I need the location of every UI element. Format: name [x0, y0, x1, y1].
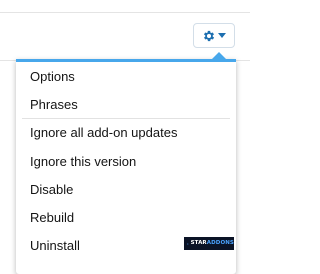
row-divider	[0, 12, 250, 13]
gear-icon	[203, 30, 215, 41]
menu-item-options[interactable]: Options	[30, 69, 75, 85]
menu-separator	[22, 118, 230, 119]
caret-down-icon	[218, 32, 226, 38]
watermark-text-part2: ADDONS	[206, 239, 234, 246]
menu-item-uninstall[interactable]: Uninstall	[30, 238, 80, 254]
addon-controls-button[interactable]	[193, 23, 235, 48]
menu-item-phrases[interactable]: Phrases	[30, 97, 78, 113]
staraddons-watermark-logo: STARADDONS	[184, 237, 234, 250]
menu-item-rebuild[interactable]: Rebuild	[30, 210, 74, 226]
watermark-text: STARADDONS	[190, 239, 234, 247]
menu-pointer-arrow	[212, 52, 226, 59]
star-icon	[187, 242, 189, 245]
menu-item-disable[interactable]: Disable	[30, 182, 73, 198]
watermark-text-part1: STAR	[190, 239, 207, 246]
menu-item-ignore-version[interactable]: Ignore this version	[30, 154, 136, 170]
menu-item-ignore-all-updates[interactable]: Ignore all add-on updates	[30, 125, 177, 141]
